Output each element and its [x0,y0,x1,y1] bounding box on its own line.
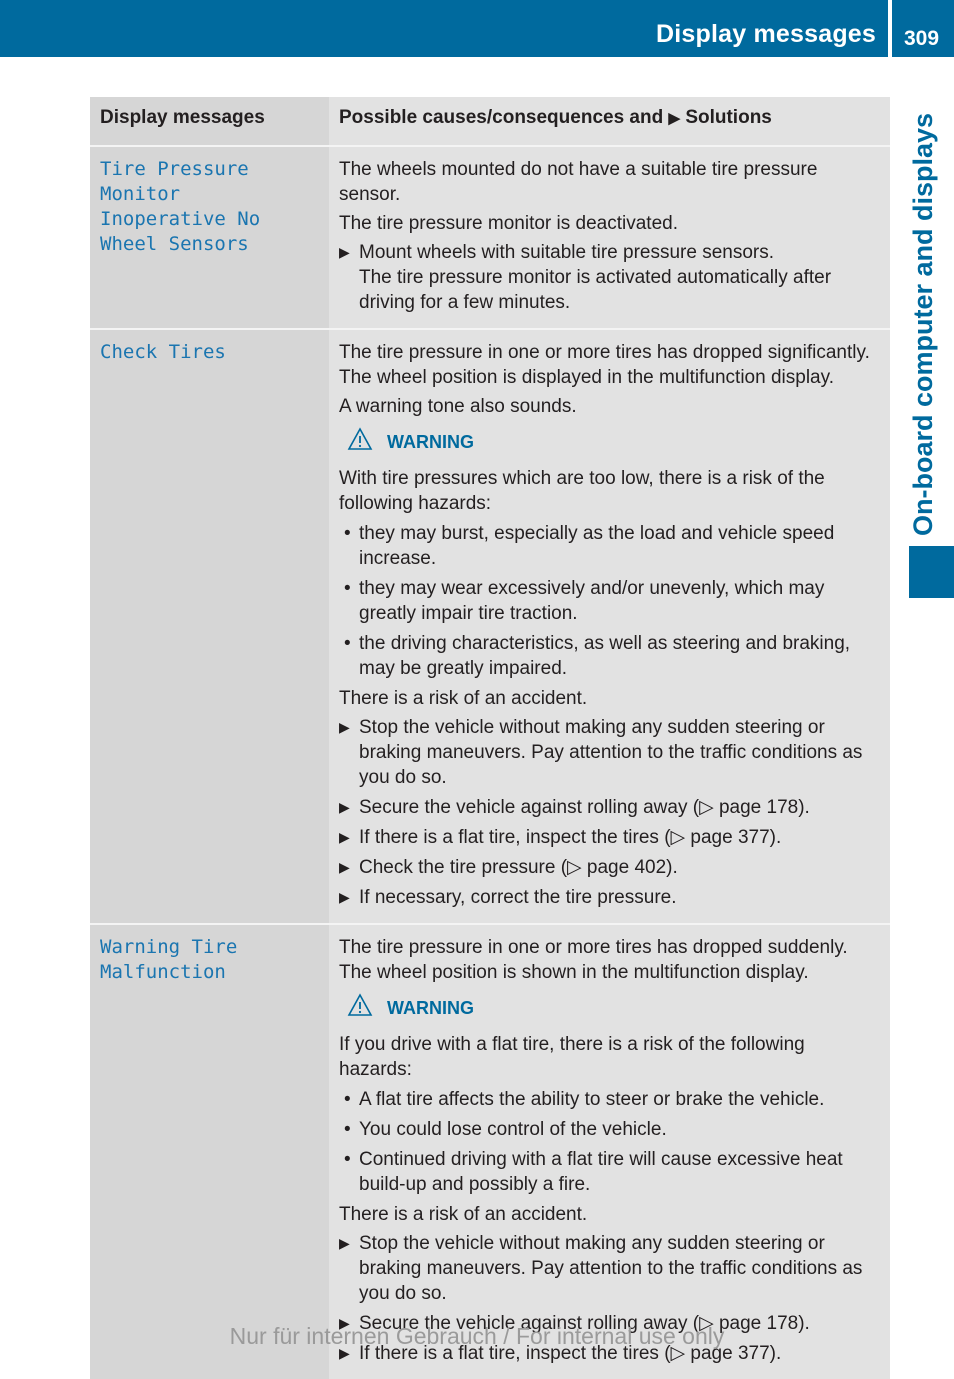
display-message-text: Monitor [100,183,181,205]
warning-text: With tire pressures which are too low, t… [339,468,825,514]
hazard-text: they may burst, especially as the load a… [359,523,835,569]
hazard-text: You could lose control of the vehicle. [359,1119,667,1140]
cause-text: The tire pressure in one or more tires h… [339,342,870,388]
warning-label: WARNING [387,998,474,1018]
warning-label: WARNING [387,432,474,452]
bullet-icon: • [344,1089,351,1110]
table-row: Warning Tire Malfunction The tire pressure… [90,923,890,1379]
display-message-text: Inoperative No [100,208,261,230]
bullet-icon: • [344,578,351,599]
table-row: Check Tires The tire pressure in one or m… [90,328,890,924]
header-causes-label: Possible causes/consequences and [339,107,664,128]
step-arrow-icon: ▶ [339,1235,350,1251]
solution-step: ▶ Stop the vehicle without making any sud… [339,715,882,790]
step-text: If necessary, correct the tire pressure. [359,887,677,908]
step-text: If there is a flat tire, inspect the tir… [359,827,782,848]
display-messages-table: Display messages Possible causes/consequ… [90,97,890,1379]
bullet-icon: • [344,1149,351,1170]
step-arrow-icon: ▶ [339,244,350,260]
column-header-causes: Possible causes/consequences and ▶ Solut… [329,97,890,146]
display-message-text: Malfunction [100,961,226,983]
step-arrow-icon: ▶ [339,799,350,815]
warning-triangle-icon [347,993,387,1024]
hazard-bullet: • Continued driving with a flat tire will… [339,1147,882,1197]
hazard-bullet: • they may burst, especially as the load … [339,521,882,571]
cause-text: The tire pressure monitor is deactivated… [339,213,678,234]
section-title: Display messages [656,20,876,48]
footer-watermark: Nur für internen Gebrauch / For internal… [229,1323,725,1349]
step-arrow-icon: ▶ [339,889,350,905]
warning-heading: WARNING [347,993,882,1024]
step-arrow-icon: ▶ [339,719,350,735]
display-message-text: Check Tires [100,341,226,363]
message-cell: Tire Pressure Monitor Inoperative No Wheel … [90,145,329,329]
hazard-bullet: • the driving characteristics, as well as… [339,631,882,681]
solution-step: ▶ Stop the vehicle without making any sud… [339,1231,882,1306]
solution-step: ▶ If there is a flat tire, inspect the ti… [339,825,882,850]
hazard-text: Continued driving with a flat tire will … [359,1149,843,1195]
step-arrow-icon: ▶ [339,829,350,845]
step-text: Secure the vehicle against rolling away … [359,797,810,818]
step-text: Stop the vehicle without making any sudd… [359,1233,863,1304]
hazard-bullet: • You could lose control of the vehicle. [339,1117,882,1142]
message-cell: Warning Tire Malfunction [90,923,329,1379]
bullet-icon: • [344,1119,351,1140]
chapter-side-tab: On-board computer and displays [908,112,938,536]
header-bar: Display messages [0,0,888,57]
warning-text: If you drive with a flat tire, there is … [339,1034,805,1080]
display-message-text: Wheel Sensors [100,233,249,255]
hazard-text: they may wear excessively and/or unevenl… [359,578,825,624]
page-number: 309 [904,27,940,50]
solution-step: ▶ Check the tire pressure (▷ page 402). [339,855,882,880]
display-message-text: Warning Tire [100,936,238,958]
warning-conclusion: There is a risk of an accident. [339,688,588,709]
page-number-box: 309 [892,0,954,57]
step-arrow-icon: ▶ [339,859,350,875]
column-header-messages: Display messages [90,97,329,146]
header-solutions-label: Solutions [685,107,772,128]
warning-conclusion: There is a risk of an accident. [339,1204,588,1225]
hazard-bullet: • they may wear excessively and/or uneven… [339,576,882,626]
cause-text: The tire pressure in one or more tires h… [339,937,848,983]
cause-text: A warning tone also sounds. [339,396,577,417]
step-text: Check the tire pressure (▷ page 402). [359,857,678,878]
causes-solutions-cell: The wheels mounted do not have a suitabl… [329,145,890,329]
step-text: Stop the vehicle without making any sudd… [359,717,863,788]
hazard-text: A flat tire affects the ability to steer… [359,1089,825,1110]
warning-heading: WARNING [347,427,882,458]
solution-arrow-icon: ▶ [668,110,681,127]
causes-solutions-cell: The tire pressure in one or more tires h… [329,923,890,1379]
cause-text: The wheels mounted do not have a suitabl… [339,159,818,205]
table-header-row: Display messages Possible causes/consequ… [90,97,890,146]
hazard-text: the driving characteristics, as well as … [359,633,851,679]
message-cell: Check Tires [90,328,329,924]
display-message-text: Tire Pressure [100,158,249,180]
warning-triangle-icon [347,427,387,458]
solution-step: ▶ If necessary, correct the tire pressure… [339,885,882,910]
table-row: Tire Pressure Monitor Inoperative No Wheel … [90,145,890,329]
bullet-icon: • [344,633,351,654]
hazard-bullet: • A flat tire affects the ability to stee… [339,1087,882,1112]
solution-step: ▶ Secure the vehicle against rolling away… [339,795,882,820]
causes-solutions-cell: The tire pressure in one or more tires h… [329,328,890,924]
chapter-marker [909,546,954,598]
step-note: The tire pressure monitor is activated a… [359,267,832,313]
step-text: Mount wheels with suitable tire pressure… [359,242,775,263]
solution-step: ▶ Mount wheels with suitable tire pressur… [339,240,882,315]
bullet-icon: • [344,523,351,544]
